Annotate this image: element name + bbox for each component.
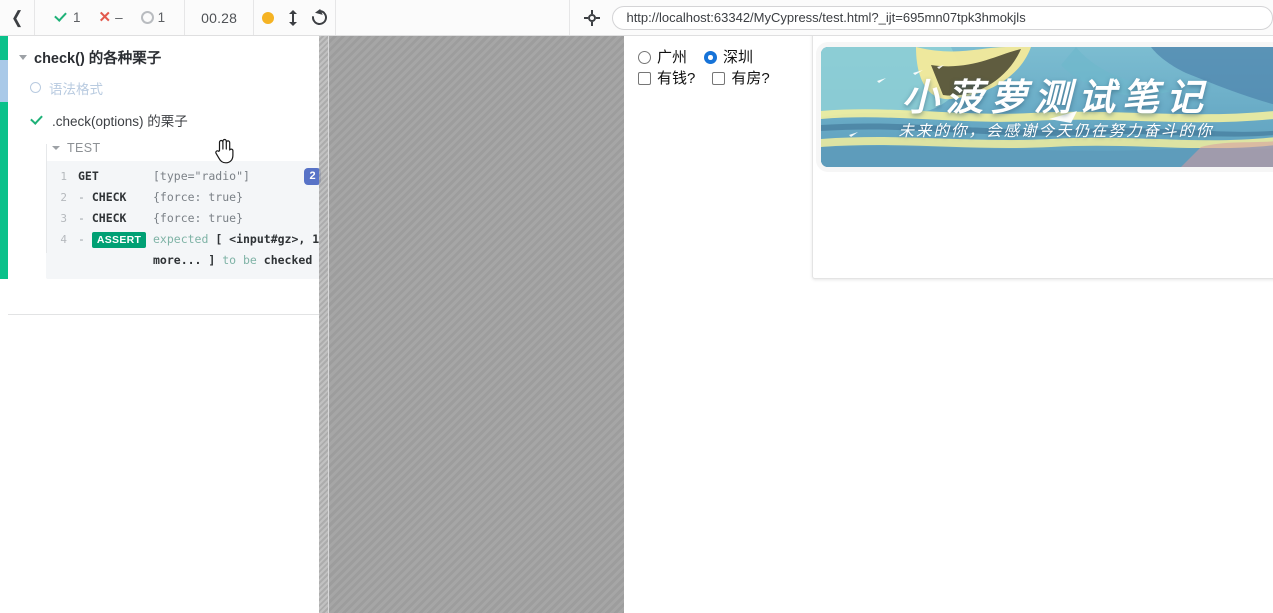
radio-label: 深圳 [723,49,754,66]
command-name: GET [78,169,99,183]
up-down-arrow-icon[interactable] [288,9,298,26]
command-message: expected [ <input#gz>, 1 more... ] to be… [153,229,321,271]
app-under-test: 广州 深圳 有钱? 有房? 小菠萝测试笔记 未来的你，会感谢今天仍在努力奋斗的你 [624,36,1273,613]
assert-badge: ASSERT [91,232,147,248]
suite-title: check() 的各种栗子 [34,51,162,67]
radio-option-shenzhen[interactable]: 深圳 [704,50,753,65]
suite-title-row[interactable]: check() 的各种栗子 [0,47,328,68]
command-row[interactable]: 1 GET [type="radio"] 2 [46,166,327,187]
run-timer: 00.28 [185,0,255,35]
stat-passed[interactable]: 1 [45,10,90,25]
panel-divider [8,314,321,315]
command-row[interactable]: 3 - CHECK {force: true} [46,208,327,229]
assert-part-3: to be [215,253,264,267]
command-number: 4 [60,233,67,246]
url-input[interactable]: http://localhost:63342/MyCypress/test.ht… [612,5,1273,30]
command-number: 1 [60,170,67,183]
assert-part-4: checked [263,253,313,267]
test-item-pending[interactable]: 语法格式 [0,75,328,100]
command-number: 3 [60,212,67,225]
checkbox-icon[interactable] [712,72,726,85]
stat-failed[interactable]: ✕ – [90,10,132,25]
url-bar: http://localhost:63342/MyCypress/test.ht… [569,0,1273,35]
banner-subtitle: 未来的你，会感谢今天仍在努力奋斗的你 [898,122,1214,140]
hook-title: TEST [67,141,101,155]
pending-count: 1 [157,10,166,25]
command-message: {force: true} [153,190,244,204]
chevron-down-icon [19,55,27,60]
x-icon: ✕ [98,9,112,26]
record-dot-icon[interactable] [262,11,275,24]
checkbox-option-money[interactable]: 有钱? [638,71,695,86]
checkbox-label: 有钱? [657,70,696,87]
test-stats: 1 ✕ – 1 [35,0,186,35]
banner-image: 小菠萝测试笔记 未来的你，会感谢今天仍在努力奋斗的你 [821,47,1273,167]
banner-card: 小菠萝测试笔记 未来的你，会感谢今天仍在努力奋斗的你 [812,36,1273,279]
failed-count: – [115,10,123,25]
command-message: [type="radio"] [153,169,250,183]
test-item-passed[interactable]: .check(options) 的栗子 [0,107,328,132]
assert-part-1: expected [153,232,216,246]
radio-label: 广州 [657,49,688,66]
command-message: {force: true} [153,211,244,225]
checkbox-label: 有房? [731,70,770,87]
reporter-scrollbar[interactable] [319,36,328,613]
command-name: - ASSERT [67,229,153,250]
command-row-assert[interactable]: 4 - ASSERT expected [ <input#gz>, 1 more… [46,229,327,271]
command-name: - CHECK [78,190,127,204]
back-to-tests-button[interactable]: ❮ [0,0,35,35]
command-name: - CHECK [78,211,127,225]
pending-circle-icon [30,82,41,93]
radio-icon[interactable] [638,51,651,64]
check-icon [30,114,44,126]
banner-title: 小菠萝测试笔记 [902,75,1210,119]
command-row[interactable]: 2 - CHECK {force: true} [46,187,327,208]
hook-title-row[interactable]: TEST [44,141,328,155]
checkbox-icon[interactable] [638,72,651,85]
viewport-backdrop [329,36,624,613]
test-label: .check(options) 的栗子 [52,113,188,129]
checkbox-option-house[interactable]: 有房? [712,70,770,87]
command-name-text: CHECK [91,190,127,204]
commands-list: 1 GET [type="radio"] 2 2 - CHECK {force:… [46,161,327,279]
reload-icon[interactable] [309,7,331,28]
runnables-list: check() 的各种栗子 语法格式 .check(options) 的栗子 T… [0,36,328,279]
crosshair-selector-icon[interactable] [584,9,601,26]
hook-guide-line [46,144,47,253]
passed-count: 1 [73,10,81,25]
check-icon [54,10,69,25]
command-name-text: CHECK [91,211,127,225]
radio-icon-selected[interactable] [704,51,718,64]
chevron-left-icon: ❮ [10,8,24,27]
radio-option-guangzhou[interactable]: 广州 [638,50,687,65]
circle-icon [140,11,154,24]
command-log-panel: check() 的各种栗子 语法格式 .check(options) 的栗子 T… [0,36,329,613]
test-label: 语法格式 [49,81,103,97]
cypress-toolbar: ❮ 1 ✕ – 1 00.28 http://localhost:63342/M… [0,0,1273,36]
hooks-container: TEST 1 GET [type="radio"] 2 2 - CHECK {f… [0,141,328,279]
stat-pending[interactable]: 1 [132,10,175,25]
runner-controls [254,0,337,35]
command-number: 2 [60,191,67,204]
app-root: ❮ 1 ✕ – 1 00.28 http://localhost:63342/M… [0,0,1273,613]
chevron-down-icon [52,146,60,150]
